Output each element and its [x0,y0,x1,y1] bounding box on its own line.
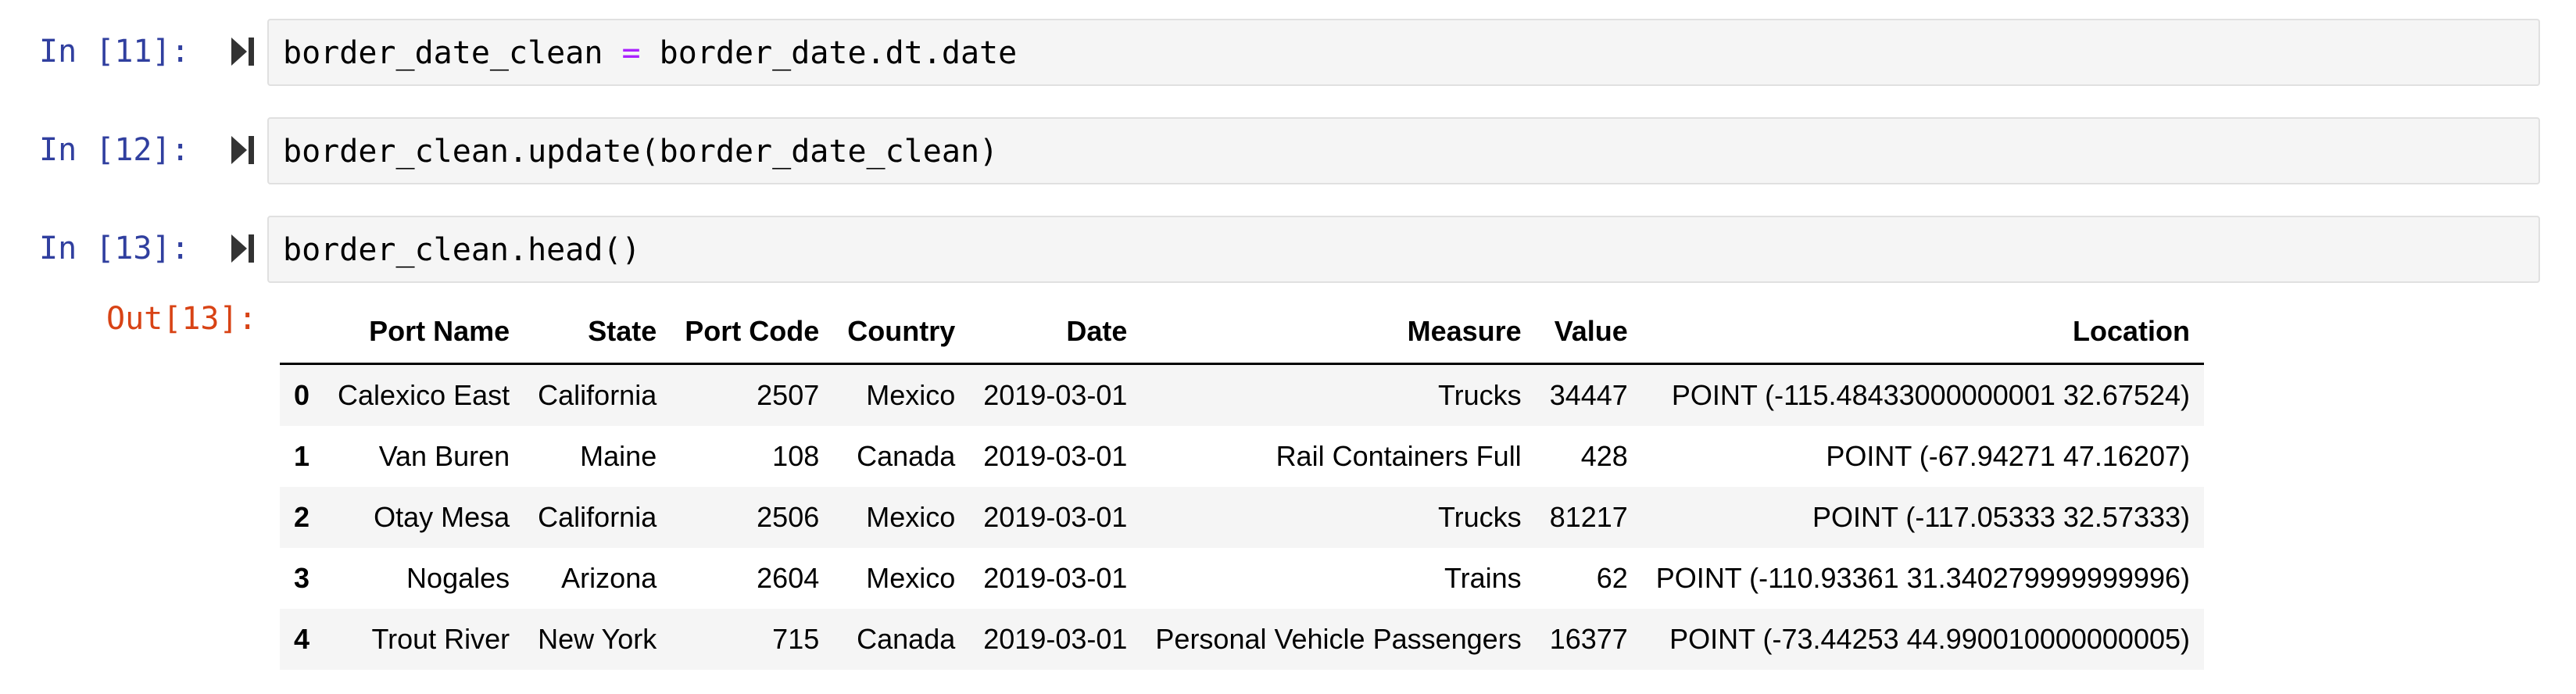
code-input[interactable]: border_date_clean = border_date.dt.date [267,19,2540,86]
table-row: 2 Otay Mesa California 2506 Mexico 2019-… [280,487,2204,548]
table-cell: Trout River [371,623,510,655]
table-cell: Arizona [561,562,657,594]
table-cell: Nogales [406,562,510,594]
input-prompt: In [13]: [39,231,190,267]
column-header: State [524,300,671,365]
table-cell: 2506 [757,501,820,533]
row-index: 2 [294,501,310,533]
run-cell-icon[interactable] [228,36,256,67]
assign-operator: = [621,35,641,71]
table-cell: POINT (-115.48433000000001 32.67524) [1671,379,2190,411]
run-cell-icon[interactable] [228,233,256,264]
table-row: 0 Calexico East California 2507 Mexico 2… [280,363,2204,426]
dataframe-output: Port Name State Port Code Country Date M… [280,300,2204,670]
table-cell: Mexico [866,379,956,411]
table-cell: 2019-03-01 [983,562,1128,594]
table-cell: Calexico East [338,379,510,411]
column-header: Port Name [324,300,524,365]
table-cell: Rail Containers Full [1275,440,1522,472]
table-cell: 16377 [1549,623,1628,655]
column-header: Value [1535,300,1642,365]
table-cell: 2019-03-01 [983,501,1128,533]
table-row: 3 Nogales Arizona 2604 Mexico 2019-03-01… [280,548,2204,609]
table-cell: New York [538,623,657,655]
table-cell: Trains [1444,562,1522,594]
table-cell: Trucks [1438,501,1522,533]
table-cell: Personal Vehicle Passengers [1155,623,1522,655]
table-cell: 2019-03-01 [983,379,1128,411]
row-index: 3 [294,562,310,594]
table-cell: 2604 [757,562,820,594]
code-text: border_clean.head() [283,232,641,268]
column-header: Location [1641,300,2204,365]
table-cell: POINT (-110.93361 31.340279999999996) [1655,562,2190,594]
table-cell: POINT (-117.05333 32.57333) [1812,501,2190,533]
table-cell: California [538,501,657,533]
table-cell: 428 [1580,440,1628,472]
input-prompt: In [11]: [39,34,190,70]
row-index: 4 [294,623,310,655]
table-row: 1 Van Buren Maine 108 Canada 2019-03-01 … [280,426,2204,487]
table-cell: 62 [1596,562,1628,594]
code-input[interactable]: border_clean.update(border_date_clean) [267,117,2540,184]
column-header: Port Code [671,300,834,365]
column-header: Date [969,300,1142,365]
table-cell: 34447 [1549,379,1628,411]
code-text: border_date_clean = border_date.dt.date [283,35,1018,71]
row-index: 1 [294,440,310,472]
column-header: Country [833,300,970,365]
table-cell: 2019-03-01 [983,440,1128,472]
table-cell: Mexico [866,501,956,533]
table-cell: Canada [857,623,956,655]
table-cell: 108 [772,440,820,472]
table-cell: POINT (-67.94271 47.16207) [1826,440,2190,472]
column-header: Measure [1141,300,1536,365]
row-index: 0 [294,379,310,411]
input-prompt: In [12]: [39,132,190,168]
index-header [280,300,324,365]
table-cell: 715 [772,623,820,655]
output-prompt: Out[13]: [106,301,257,337]
table-cell: POINT (-73.44253 44.990010000000005) [1669,623,2190,655]
table-cell: Van Buren [378,440,510,472]
table-cell: Mexico [866,562,956,594]
code-input[interactable]: border_clean.head() [267,216,2540,283]
table-cell: Maine [580,440,657,472]
table-cell: California [538,379,657,411]
table-header-row: Port Name State Port Code Country Date M… [280,300,2204,365]
table-cell: Otay Mesa [374,501,510,533]
run-cell-icon[interactable] [228,134,256,166]
code-text: border_clean.update(border_date_clean) [283,134,999,170]
table-cell: 2507 [757,379,820,411]
table-cell: 2019-03-01 [983,623,1128,655]
table-row: 4 Trout River New York 715 Canada 2019-0… [280,609,2204,670]
table-cell: 81217 [1549,501,1628,533]
table-cell: Trucks [1438,379,1522,411]
table-cell: Canada [857,440,956,472]
